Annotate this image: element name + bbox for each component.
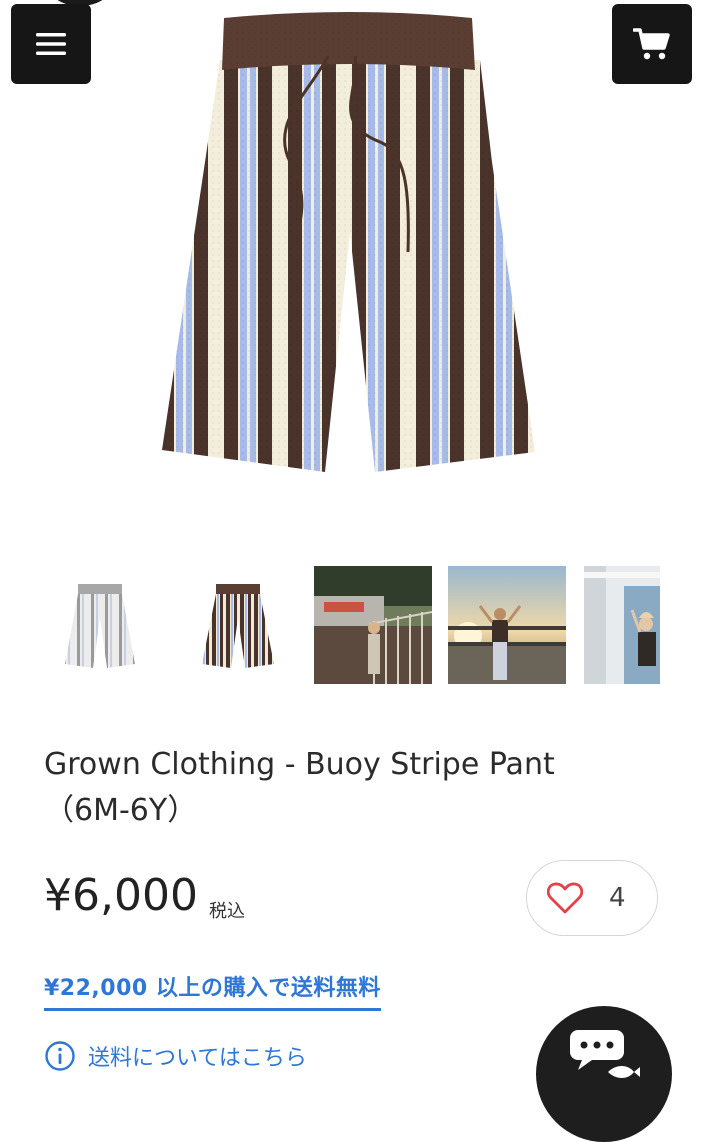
free-shipping-banner: ¥22,000 以上の購入で送料無料 [44,970,381,1011]
thumbnail-photo-child-stairs[interactable] [314,566,432,684]
product-price: ¥6,000 [44,870,198,921]
chat-button[interactable] [536,1006,672,1142]
tax-label: 税込 [209,901,245,922]
info-icon [45,1041,75,1071]
thumbnail-pant-grey[interactable] [60,566,140,684]
favorite-count: 4 [609,883,626,913]
product-title: Grown Clothing - Buoy Stripe Pant （6M-6Y… [44,742,664,834]
thumbnail-photo-child-sunset[interactable] [448,566,566,684]
cart-button[interactable] [612,4,692,84]
product-title-line1: Grown Clothing - Buoy Stripe Pant [44,747,555,782]
heart-icon [547,882,583,914]
thumbnail-gallery [0,566,704,686]
thumbnail-pant-brown[interactable] [196,566,280,684]
product-main-image[interactable] [150,12,550,482]
hamburger-menu-icon [36,33,66,55]
shopping-cart-icon [633,28,670,60]
shipping-info-link[interactable]: 送料についてはこちら [44,1040,307,1072]
favorite-button[interactable]: 4 [526,860,658,936]
chat-icon [570,1030,640,1078]
product-title-line2: （6M-6Y） [44,793,198,828]
menu-button[interactable] [11,4,91,84]
thumbnail-photo-child-doorway[interactable] [584,566,660,684]
shipping-info-link-label: 送料についてはこちら [88,1046,307,1071]
